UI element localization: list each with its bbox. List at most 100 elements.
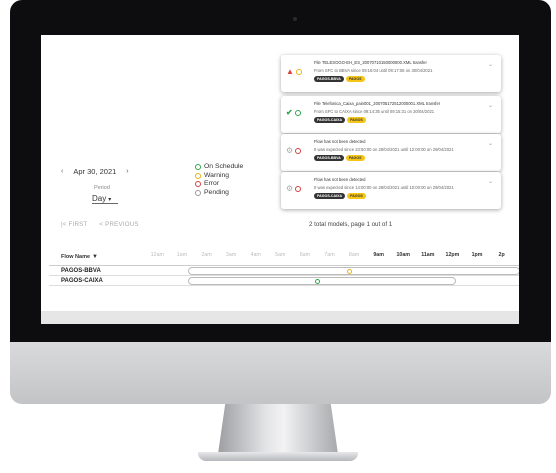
legend-label: On Schedule xyxy=(204,163,244,170)
group-tag: PAGOS xyxy=(347,193,366,199)
notification-card[interactable]: ✔ File Telefonica_Caixa_pain001_20070517… xyxy=(281,96,501,133)
chevron-down-icon: ▾ xyxy=(108,197,112,203)
hour-label: 1pm xyxy=(471,252,483,258)
flow-name: PAGOS-BBVA xyxy=(61,267,101,274)
notification-tags: PAGOS-BBVA PAGOS xyxy=(314,155,365,161)
chevron-down-icon[interactable]: ⌄ xyxy=(488,178,493,185)
monitor-stand xyxy=(218,404,338,454)
imac-mockup: ‹ Apr 30, 2021 › Period Day ▾ On Schedule… xyxy=(0,0,556,473)
hour-label: 8am xyxy=(348,252,360,258)
pagination: |< FIRST < PREVIOUS xyxy=(61,221,139,228)
first-page-button[interactable]: |< FIRST xyxy=(61,221,87,228)
flow-tag: PAGOS-CAIXA xyxy=(314,193,346,199)
monitor-base xyxy=(198,452,358,461)
timeline-table: Flow Name ▼ 12am 1am 2am 3am 4am 5am 6am 7am 8am 9… xyxy=(49,245,519,286)
notification-title: Flow has not been detected xyxy=(314,177,366,182)
camera-icon xyxy=(293,17,297,21)
flow-name-header-label: Flow Name xyxy=(61,254,91,260)
notification-detail: It was expected since 23:50:00 on 28/04/… xyxy=(314,147,454,152)
date-navigator: ‹ Apr 30, 2021 › xyxy=(61,167,129,176)
error-dot-icon xyxy=(195,181,201,188)
previous-page-button[interactable]: < PREVIOUS xyxy=(99,221,138,228)
warning-dot-icon xyxy=(195,172,201,179)
hour-label: 11am xyxy=(421,252,435,258)
hour-label: 4am xyxy=(250,252,261,258)
app-screen: ‹ Apr 30, 2021 › Period Day ▾ On Schedule… xyxy=(41,35,519,324)
flow-timeline-bar[interactable] xyxy=(188,267,519,275)
flow-tag: PAGOS-BBVA xyxy=(314,155,344,161)
legend-label: Warning xyxy=(204,171,230,179)
flow-name-header[interactable]: Flow Name ▼ xyxy=(61,254,98,260)
warning-dot-icon xyxy=(295,68,302,75)
card-status-icons: ✔ xyxy=(286,108,301,117)
hour-label: 10am xyxy=(396,252,411,258)
on-schedule-dot-icon xyxy=(195,164,201,171)
period-value: Day xyxy=(92,194,107,203)
check-icon: ✔ xyxy=(286,108,293,117)
pending-dot-icon xyxy=(195,189,201,196)
chevron-down-icon[interactable]: ⌄ xyxy=(488,61,493,68)
notification-title: Flow has not been detected xyxy=(314,139,366,144)
screen-footer-band xyxy=(41,311,519,324)
error-dot-icon xyxy=(295,185,302,192)
notification-tags: PAGOS-CAIXA PAGOS xyxy=(314,117,366,123)
hour-label: 12pm xyxy=(445,252,460,258)
current-date[interactable]: Apr 30, 2021 xyxy=(73,167,116,176)
hour-label: 3am xyxy=(225,252,237,258)
period-select[interactable]: Day ▾ xyxy=(92,194,118,204)
flow-tag: PAGOS-CAIXA xyxy=(314,117,346,123)
group-tag: PAGOS xyxy=(347,117,366,123)
period-label: Period xyxy=(94,185,110,191)
hour-label: 2p xyxy=(498,252,505,258)
monitor-chin xyxy=(10,342,551,404)
warning-triangle-icon: ▲ xyxy=(286,67,294,76)
hour-label: 5am xyxy=(275,252,286,258)
status-legend: On Schedule Warning Error Pending xyxy=(195,163,243,197)
hour-label: 7am xyxy=(324,252,335,258)
table-row[interactable]: PAGOS-CAIXA xyxy=(49,276,519,286)
gear-icon: ⚙ xyxy=(286,184,294,193)
notification-detail: From SFC to CAIXA since 09:14:35 until 0… xyxy=(314,109,435,114)
prev-day-button[interactable]: ‹ xyxy=(61,168,63,175)
flow-name: PAGOS-CAIXA xyxy=(61,277,103,284)
chevron-down-icon[interactable]: ⌄ xyxy=(488,102,493,109)
hour-label: 12am xyxy=(150,252,164,258)
card-status-icons: ⚙ xyxy=(286,184,302,193)
table-row[interactable]: PAGOS-BBVA xyxy=(49,266,519,276)
hour-axis: 12am 1am 2am 3am 4am 5am 6am 7am 8am 9am 10am 11am 1… xyxy=(145,252,514,258)
notification-card[interactable]: ▲ File TELESOGO-EH_ES_20070710150000000.… xyxy=(281,55,501,92)
legend-item: On Schedule xyxy=(195,163,243,172)
legend-label: Error xyxy=(204,180,220,187)
notification-tags: PAGOS-BBVA PAGOS xyxy=(314,76,365,82)
notification-detail: It was expected since 14:00:00 on 28/04/… xyxy=(314,185,454,190)
gear-icon: ⚙ xyxy=(286,146,294,155)
card-status-icons: ⚙ xyxy=(286,146,302,155)
notification-tags: PAGOS-CAIXA PAGOS xyxy=(314,193,366,199)
notification-detail: From SFC to BBVA since 09:16:04 until 09… xyxy=(314,68,433,73)
table-header: Flow Name ▼ 12am 1am 2am 3am 4am 5am 6am 7am 8am 9… xyxy=(49,245,519,266)
notification-title: File Telefonica_Caixa_pain001_2007051725… xyxy=(314,101,441,106)
hour-label: 1am xyxy=(176,252,188,258)
hour-label: 6am xyxy=(299,252,311,258)
on-schedule-dot-icon xyxy=(294,109,301,116)
group-tag: PAGOS xyxy=(345,76,365,82)
on-schedule-marker-icon[interactable] xyxy=(315,279,320,284)
error-dot-icon xyxy=(295,147,302,154)
notification-card[interactable]: ⚙ Flow has not been detected It was expe… xyxy=(281,134,501,171)
group-tag: PAGOS xyxy=(345,155,365,161)
legend-item: Pending xyxy=(195,189,243,198)
chevron-down-icon[interactable]: ⌄ xyxy=(488,140,493,147)
notification-title: File TELESOGO-EH_ES_20070710150000000.XM… xyxy=(314,60,427,65)
flow-timeline-bar[interactable] xyxy=(188,277,456,285)
legend-item: Warning xyxy=(195,172,243,181)
legend-label: Pending xyxy=(204,188,229,196)
pagination-summary: 2 total models, page 1 out of 1 xyxy=(309,221,393,228)
flow-tag: PAGOS-BBVA xyxy=(314,76,344,82)
hour-label: 2am xyxy=(201,252,212,258)
card-status-icons: ▲ xyxy=(286,67,302,76)
legend-item: Error xyxy=(195,180,243,189)
next-day-button[interactable]: › xyxy=(126,168,128,175)
warning-marker-icon[interactable] xyxy=(347,269,352,274)
notification-card[interactable]: ⚙ Flow has not been detected It was expe… xyxy=(281,172,501,209)
hour-label: 9am xyxy=(373,252,384,258)
